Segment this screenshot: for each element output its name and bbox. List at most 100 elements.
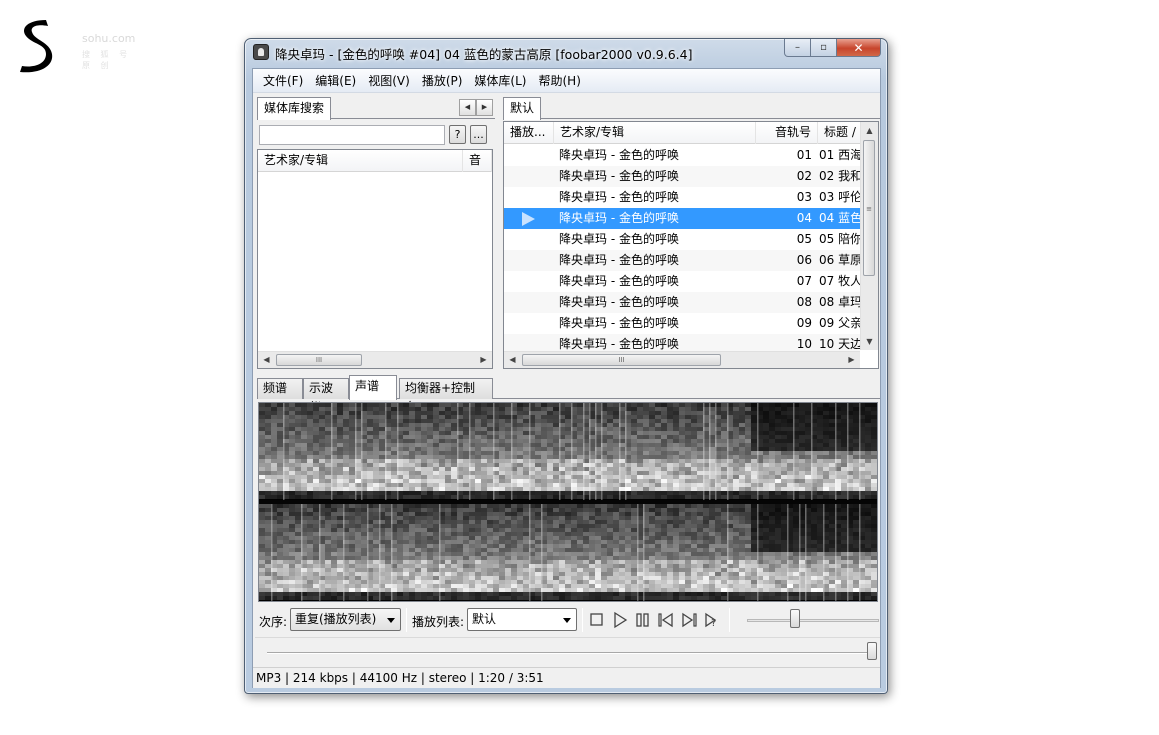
playback-order-dropdown[interactable]: 重复(播放列表) — [290, 608, 401, 631]
playlist-vscrollbar[interactable]: ▲ ≡ ▼ — [860, 122, 878, 350]
playlist-dropdown[interactable]: 默认 — [467, 608, 577, 631]
status-text: MP3 | 214 kbps | 44100 Hz | stereo | 1:2… — [256, 671, 544, 685]
close-button[interactable]: ✕ — [837, 39, 881, 57]
now-playing-icon — [522, 212, 535, 226]
stop-icon[interactable] — [588, 611, 606, 629]
row-track-number: 03 — [796, 190, 812, 204]
tab-scroll-right-icon[interactable]: ▶ — [476, 99, 493, 116]
search-options-button[interactable]: ... — [470, 125, 487, 144]
minimize-button[interactable]: – — [784, 39, 811, 57]
row-title: 03 呼伦 — [819, 190, 860, 204]
column-track-number[interactable]: 音轨号 — [756, 122, 818, 144]
menu-edit[interactable]: 编辑(E) — [309, 70, 362, 92]
playlist-row[interactable]: 降央卓玛 - 金色的呼唤 05 05 陪你 — [504, 229, 860, 250]
seek-track[interactable] — [267, 652, 867, 654]
random-icon[interactable]: ? — [703, 611, 721, 629]
library-hscrollbar[interactable]: ◀ III ▶ — [258, 351, 492, 368]
status-bar: MP3 | 214 kbps | 44100 Hz | stereo | 1:2… — [253, 667, 880, 688]
previous-icon[interactable] — [657, 611, 675, 629]
tab-library-search[interactable]: 媒体库搜索 — [257, 97, 332, 120]
playlist-hscroll-thumb[interactable]: III — [522, 354, 721, 366]
seek-slider-thumb[interactable] — [867, 642, 877, 660]
menu-help[interactable]: 帮助(H) — [532, 70, 586, 92]
playlist-view[interactable]: 播放... 艺术家/专辑 音轨号 标题 / 降央卓玛 - 金色的呼唤 01 01 西… — [503, 121, 879, 369]
spectrogram-graphic — [259, 403, 877, 601]
playlist-tabstrip: 默认 — [503, 97, 880, 120]
row-artist-album: 降央卓玛 - 金色的呼唤 — [559, 295, 679, 309]
column-track[interactable]: 音 — [463, 150, 492, 172]
row-title: 07 牧人 — [819, 274, 860, 288]
row-track-number: 01 — [796, 148, 812, 162]
playlist-row[interactable]: 降央卓玛 - 金色的呼唤 07 07 牧人 — [504, 271, 860, 292]
column-playing[interactable]: 播放... — [504, 122, 554, 144]
scroll-left-icon[interactable]: ◀ — [258, 352, 275, 368]
playlist-row[interactable]: 降央卓玛 - 金色的呼唤 09 09 父亲 — [504, 313, 860, 334]
library-hscroll-thumb[interactable]: III — [276, 354, 362, 366]
scroll-right-icon[interactable]: ▶ — [843, 352, 860, 368]
volume-track[interactable] — [747, 619, 879, 622]
library-tabstrip: 媒体库搜索 ◀ ▶ — [257, 97, 495, 120]
playlist-row[interactable]: 降央卓玛 - 金色的呼唤 01 01 西海 — [504, 145, 860, 166]
minimize-icon: – — [795, 42, 800, 53]
playlist-header: 播放... 艺术家/专辑 音轨号 标题 / — [504, 122, 860, 144]
tab-spectrum[interactable]: 频谱 — [257, 378, 303, 399]
title-bar[interactable]: 降央卓玛 - [金色的呼唤 #04] 04 蓝色的蒙古高原 [foobar200… — [245, 39, 887, 65]
column-artist-album[interactable]: 艺术家/专辑 — [258, 150, 463, 172]
scroll-left-icon[interactable]: ◀ — [504, 352, 521, 368]
playlist-panel: 默认 播放... 艺术家/专辑 音轨号 标题 / 降央卓玛 - 金色的呼唤 01 0… — [503, 97, 880, 369]
playlist-hscrollbar[interactable]: ◀ III ▶ — [504, 351, 860, 368]
menu-playback[interactable]: 播放(P) — [416, 70, 469, 92]
playlist-row[interactable]: 降央卓玛 - 金色的呼唤 08 08 卓玛 — [504, 292, 860, 313]
row-artist-album: 降央卓玛 - 金色的呼唤 — [559, 169, 679, 183]
tab-scroll-left-icon[interactable]: ◀ — [459, 99, 476, 116]
playback-order-value: 重复(播放列表) — [295, 612, 377, 626]
menu-file[interactable]: 文件(F) — [257, 70, 309, 92]
scroll-right-icon[interactable]: ▶ — [475, 352, 492, 368]
playlist-row[interactable]: 降央卓玛 - 金色的呼唤 06 06 草原 — [504, 250, 860, 271]
search-help-button[interactable]: ? — [449, 125, 466, 144]
column-title[interactable]: 标题 / — [818, 122, 860, 144]
row-title: 05 陪你 — [819, 232, 860, 246]
tab-equalizer-console[interactable]: 均衡器+控制台 — [399, 378, 493, 414]
row-track-number: 07 — [796, 274, 812, 288]
volume-slider-thumb[interactable] — [789, 609, 800, 628]
playlist-label: 播放列表: — [412, 615, 465, 629]
row-title: 01 西海 — [819, 148, 860, 162]
chevron-down-icon — [387, 618, 395, 623]
row-track-number: 08 — [796, 295, 812, 309]
maximize-button[interactable]: ▫ — [811, 39, 837, 57]
seekbar[interactable] — [255, 637, 880, 665]
menu-view[interactable]: 视图(V) — [362, 70, 416, 92]
row-artist-album: 降央卓玛 - 金色的呼唤 — [559, 274, 679, 288]
playlist-row[interactable]: 降央卓玛 - 金色的呼唤 04 04 蓝色 — [504, 208, 860, 229]
column-artist-album[interactable]: 艺术家/专辑 — [554, 122, 756, 144]
playlist-row[interactable]: 降央卓玛 - 金色的呼唤 03 03 呼伦 — [504, 187, 860, 208]
tab-spectrogram[interactable]: 声谱 — [349, 375, 397, 400]
playlist-vscroll-thumb[interactable]: ≡ — [863, 140, 875, 276]
watermark-logo: sohu.com 搜 狐 号 原 创 — [16, 18, 146, 78]
row-title: 06 草原 — [819, 253, 860, 267]
toolbar-separator — [406, 608, 407, 632]
chevron-down-icon — [563, 618, 571, 623]
scroll-up-icon[interactable]: ▲ — [861, 122, 878, 139]
scroll-down-icon[interactable]: ▼ — [861, 333, 878, 350]
library-search-input[interactable] — [259, 125, 445, 145]
playlist-dropdown-value: 默认 — [472, 612, 497, 626]
maximize-icon: ▫ — [820, 42, 827, 53]
library-list[interactable]: 艺术家/专辑 音 ◀ III ▶ — [257, 149, 493, 369]
row-artist-album: 降央卓玛 - 金色的呼唤 — [559, 232, 679, 246]
row-artist-album: 降央卓玛 - 金色的呼唤 — [559, 253, 679, 267]
client-area: 文件(F) 编辑(E) 视图(V) 播放(P) 媒体库(L) 帮助(H) 媒体库… — [252, 68, 881, 688]
foobar-window: 降央卓玛 - [金色的呼唤 #04] 04 蓝色的蒙古高原 [foobar200… — [244, 38, 888, 694]
tab-playlist-default[interactable]: 默认 — [503, 97, 542, 120]
playlist-row[interactable]: 降央卓玛 - 金色的呼唤 02 02 我和 — [504, 166, 860, 187]
tab-oscilloscope[interactable]: 示波仪 — [303, 378, 349, 414]
play-icon[interactable] — [611, 611, 629, 629]
foobar-app-icon[interactable] — [253, 44, 269, 60]
row-title: 09 父亲 — [819, 316, 860, 330]
menu-library[interactable]: 媒体库(L) — [468, 70, 532, 92]
pause-icon[interactable] — [634, 611, 652, 629]
watermark-subtext: 搜 狐 号 原 创 — [82, 50, 132, 70]
row-artist-album: 降央卓玛 - 金色的呼唤 — [559, 316, 679, 330]
next-icon[interactable] — [680, 611, 698, 629]
